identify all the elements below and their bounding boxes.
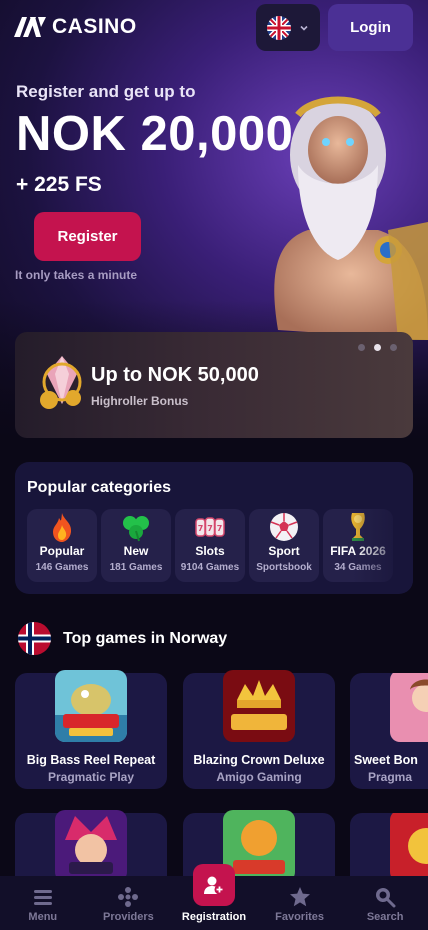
category-label: Popular — [39, 544, 85, 558]
category-count: 181 Games — [109, 562, 163, 573]
game-thumbnail — [390, 673, 428, 742]
game-provider: Pragma — [368, 770, 413, 784]
logo-text: CASINO — [52, 15, 137, 38]
hero-free-spins: + 225 FS — [16, 173, 102, 196]
category-popular[interactable]: Popular 146 Games — [27, 509, 97, 582]
nav-menu[interactable]: Menu — [0, 876, 86, 930]
svg-text:7: 7 — [217, 524, 223, 533]
nav-registration[interactable]: Registration — [171, 864, 257, 930]
game-thumbnail — [223, 670, 295, 742]
carousel-dots — [358, 344, 397, 351]
uk-flag-icon — [267, 15, 291, 40]
logo[interactable]: CASINO — [14, 15, 137, 39]
carousel-dot[interactable] — [390, 344, 397, 351]
game-provider: Amigo Gaming — [216, 770, 302, 784]
bottom-navigation: Menu Providers Registration Favorites Se… — [0, 864, 428, 930]
category-new[interactable]: New 181 Games — [101, 509, 171, 582]
categories-title: Popular categories — [27, 479, 172, 496]
search-icon — [376, 888, 396, 908]
nav-providers[interactable]: Providers — [86, 876, 172, 930]
game-thumbnail — [390, 813, 428, 882]
nav-label: Search — [366, 911, 404, 923]
category-sport[interactable]: Sport Sportsbook — [249, 509, 319, 582]
norway-flag-icon — [18, 622, 51, 655]
game-title: Sweet Bon — [354, 753, 418, 767]
highroller-bonus-card[interactable]: Up to NOK 50,000 Highroller Bonus — [15, 332, 413, 438]
game-title: Big Bass Reel Repeat — [26, 753, 156, 767]
popular-categories: Popular categories Popular 146 Games New… — [15, 462, 413, 594]
carousel-dot-active[interactable] — [374, 344, 381, 351]
nav-label: Registration — [181, 911, 247, 923]
top-games-header: Top games in Norway — [18, 622, 227, 655]
hero-note: It only takes a minute — [15, 268, 138, 282]
game-title: Blazing Crown Deluxe — [193, 753, 325, 767]
providers-icon — [118, 887, 139, 907]
category-slots[interactable]: 7 7 7 Slots 9104 Games — [175, 509, 245, 582]
nav-search[interactable]: Search — [342, 876, 428, 930]
nav-favorites[interactable]: Favorites — [257, 876, 343, 930]
add-user-icon — [203, 876, 225, 895]
hero-copy: Register and get up to NOK 20,000 + 225 … — [16, 82, 293, 197]
category-count: 9104 Games — [180, 562, 240, 573]
language-selector[interactable] — [256, 4, 320, 51]
chevron-down-icon — [300, 25, 308, 31]
category-count: 146 Games — [35, 562, 89, 573]
hero-register-line: Register and get up to — [16, 82, 196, 101]
game-thumbnail — [55, 670, 127, 742]
category-label: Slots — [195, 544, 225, 558]
bonus-title: Up to NOK 50,000 — [91, 364, 259, 386]
game-card-clip: Sweet Bon Pragma — [350, 673, 428, 789]
carousel-dot[interactable] — [358, 344, 365, 351]
star-icon — [289, 887, 310, 907]
register-button[interactable]: Register — [34, 212, 141, 261]
svg-text:7: 7 — [198, 524, 204, 533]
gem-coins-icon — [40, 356, 82, 409]
logo-mark-icon — [14, 17, 46, 37]
hero-amount: NOK 20,000 — [16, 107, 294, 161]
game-card-blazing-crown[interactable]: Blazing Crown Deluxe Amigo Gaming — [183, 670, 335, 789]
soccer-ball-icon — [270, 513, 298, 541]
flame-icon — [53, 513, 72, 542]
category-list: Popular 146 Games New 181 Games 7 7 7 Sl… — [27, 509, 393, 582]
clover-icon — [123, 516, 149, 542]
game-thumbnail — [55, 810, 127, 882]
nav-label: Menu — [28, 911, 58, 923]
bonus-subtitle: Highroller Bonus — [91, 394, 189, 408]
category-count: Sportsbook — [256, 562, 312, 573]
category-label: New — [123, 544, 149, 558]
game-provider: Pragmatic Play — [47, 770, 135, 784]
svg-text:7: 7 — [207, 524, 213, 533]
nav-label: Favorites — [275, 911, 325, 923]
scroll-fade — [353, 502, 413, 592]
registration-button[interactable] — [192, 864, 235, 906]
nav-label: Providers — [103, 911, 154, 923]
game-card-sweet-bonanza[interactable]: Sweet Bon Pragma — [350, 673, 428, 789]
game-card-big-bass[interactable]: Big Bass Reel Repeat Pragmatic Play — [15, 670, 167, 789]
top-games-title: Top games in Norway — [63, 629, 228, 647]
category-label: Sport — [268, 544, 300, 558]
slot-reels-icon: 7 7 7 — [195, 517, 225, 537]
login-button[interactable]: Login — [328, 4, 413, 51]
top-bar: CASINO Login — [0, 0, 428, 56]
menu-icon — [33, 890, 52, 905]
